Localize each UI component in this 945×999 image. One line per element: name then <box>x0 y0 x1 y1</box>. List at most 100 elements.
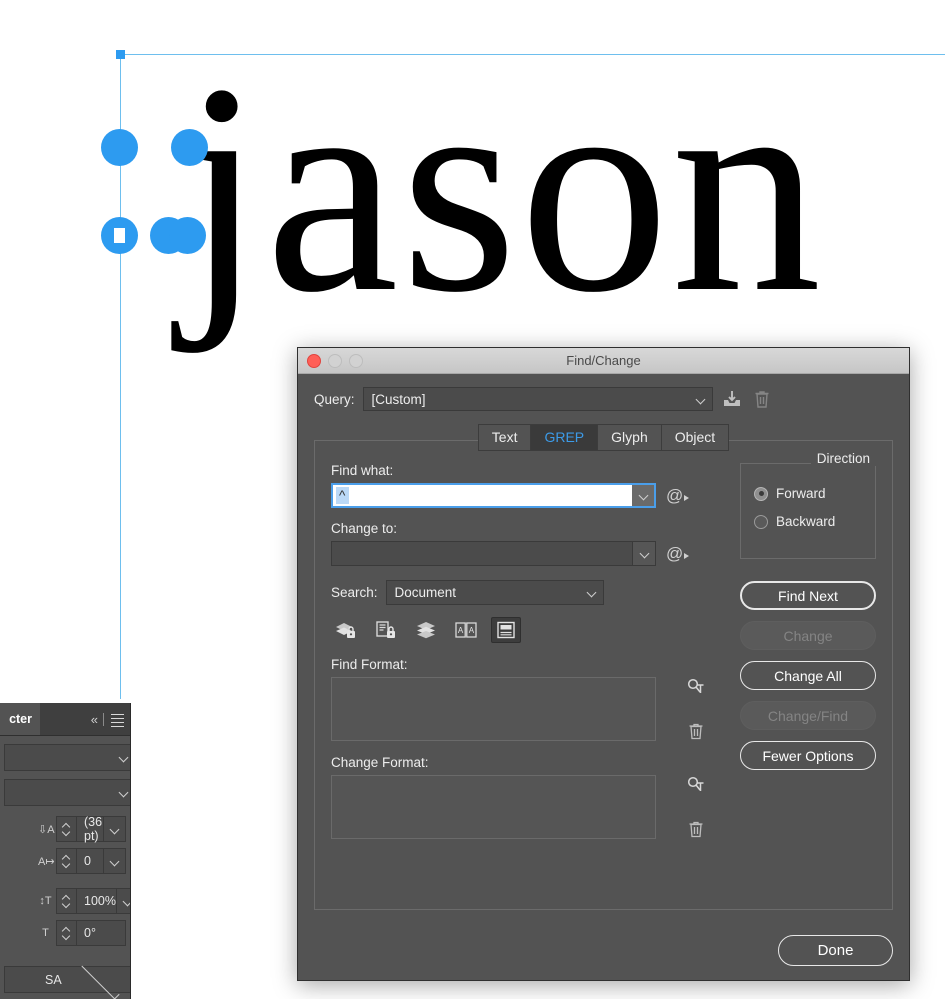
kerning-field[interactable]: 0 <box>56 848 126 874</box>
chevron-down-icon <box>37 961 124 999</box>
specify-attributes-icon[interactable] <box>686 775 706 795</box>
save-query-icon[interactable] <box>721 388 743 410</box>
vertical-scale-stepper[interactable] <box>57 889 77 913</box>
change-format-actions <box>656 775 720 839</box>
vertical-scale-dropdown-icon[interactable] <box>115 889 130 913</box>
selection-point-5[interactable] <box>169 217 206 254</box>
change-to-history-icon[interactable] <box>632 542 655 565</box>
change-to-input[interactable] <box>331 541 656 566</box>
window-controls <box>307 353 363 368</box>
find-change-dialog[interactable]: Find/Change Query: [Custom] Text GREP Gl… <box>297 347 910 981</box>
minimize-button[interactable] <box>328 353 342 368</box>
maximize-button[interactable] <box>349 353 363 368</box>
selection-point-2[interactable] <box>171 129 208 166</box>
leading-stepper[interactable] <box>57 817 77 841</box>
include-hidden-layers-icon[interactable] <box>411 617 441 643</box>
font-family-select[interactable] <box>4 744 130 771</box>
radio-forward[interactable]: Forward <box>740 486 876 501</box>
character-panel-tools: « <box>91 703 124 735</box>
direction-options: Forward Backward <box>740 486 876 529</box>
chevron-down-icon <box>118 750 129 764</box>
radio-forward-control[interactable] <box>754 486 768 501</box>
character-panel[interactable]: cter « ⇩A (36 pt) A↦ 0 ↕T 100% T 0° SA <box>0 703 131 999</box>
leading-value[interactable]: (36 pt) <box>77 815 103 843</box>
vertical-scale-row: ↕T 100% <box>38 888 130 914</box>
find-format-box[interactable] <box>331 677 656 741</box>
find-format-actions <box>656 677 720 741</box>
vertical-scale-field[interactable]: 100% <box>56 888 130 914</box>
grep-options-panel: Find what: ^ @ Change to: @ Search: Docu… <box>314 440 893 910</box>
query-row: Query: [Custom] <box>314 374 893 411</box>
include-footnotes-icon[interactable] <box>491 617 521 643</box>
chevron-down-icon <box>581 581 603 604</box>
clear-change-format-icon[interactable] <box>686 819 706 839</box>
done-button[interactable]: Done <box>778 935 893 966</box>
change-all-button[interactable]: Change All <box>740 661 876 690</box>
direction-title: Direction <box>810 451 876 466</box>
kerning-row: A↦ 0 <box>38 848 126 874</box>
include-locked-layers-icon[interactable] <box>331 617 361 643</box>
tab-grep[interactable]: GREP <box>531 425 599 450</box>
canvas-text[interactable]: jason <box>180 38 823 338</box>
skew-stepper[interactable] <box>57 921 77 945</box>
tool-divider <box>103 712 104 726</box>
radio-backward-control[interactable] <box>754 514 768 529</box>
tab-glyph[interactable]: Glyph <box>598 425 662 450</box>
leading-row: ⇩A (36 pt) <box>38 815 126 843</box>
change-format-box[interactable] <box>331 775 656 839</box>
query-label: Query: <box>314 391 355 407</box>
chevron-down-icon <box>118 785 129 799</box>
search-scope-value: Document <box>394 585 457 600</box>
change-button: Change <box>740 621 876 650</box>
find-what-at-menu-icon[interactable]: @ <box>666 486 690 506</box>
panel-menu-icon[interactable] <box>111 713 124 728</box>
text-frame-handle[interactable] <box>116 50 125 59</box>
kerning-icon: A↦ <box>38 855 55 868</box>
leading-field[interactable]: (36 pt) <box>56 815 126 843</box>
fewer-options-button[interactable]: Fewer Options <box>740 741 876 770</box>
include-master-pages-icon[interactable]: A A <box>451 617 481 643</box>
dialog-titlebar[interactable]: Find/Change <box>298 348 909 374</box>
font-style-select[interactable] <box>4 779 130 806</box>
skew-value[interactable]: 0° <box>77 921 125 945</box>
radio-forward-label: Forward <box>776 486 826 501</box>
radio-backward[interactable]: Backward <box>740 514 876 529</box>
tab-text[interactable]: Text <box>478 425 532 450</box>
svg-text:A: A <box>469 626 475 635</box>
chevron-down-icon <box>690 388 712 410</box>
selection-point-1[interactable] <box>101 129 138 166</box>
close-button[interactable] <box>307 353 321 368</box>
find-what-value[interactable]: ^ <box>336 487 350 504</box>
query-select[interactable]: [Custom] <box>362 387 713 411</box>
character-panel-tabstrip: cter « <box>0 703 130 736</box>
change-to-at-menu-icon[interactable]: @ <box>666 544 690 564</box>
find-what-history-icon[interactable] <box>632 485 654 506</box>
vertical-scale-value[interactable]: 100% <box>77 889 116 913</box>
radio-backward-label: Backward <box>776 514 836 529</box>
leading-icon: ⇩A <box>38 823 55 836</box>
specify-attributes-icon[interactable] <box>686 677 706 697</box>
language-select[interactable]: SA <box>4 961 130 999</box>
tab-object[interactable]: Object <box>661 425 729 450</box>
delete-query-icon[interactable] <box>751 388 773 410</box>
kerning-stepper[interactable] <box>57 849 77 873</box>
tab-character[interactable]: cter <box>0 703 40 735</box>
search-scope-select[interactable]: Document <box>385 580 604 605</box>
skew-field[interactable]: 0° <box>56 920 126 946</box>
change-find-button: Change/Find <box>740 701 876 730</box>
include-locked-stories-icon[interactable] <box>371 617 401 643</box>
skew-icon: T <box>42 927 49 939</box>
clear-find-format-icon[interactable] <box>686 721 706 741</box>
collapse-double-chevron-icon[interactable]: « <box>91 712 98 727</box>
kerning-dropdown-icon[interactable] <box>103 849 125 873</box>
kerning-value[interactable]: 0 <box>77 849 103 873</box>
find-next-button[interactable]: Find Next <box>740 581 876 610</box>
vertical-scale-icon: ↕T <box>39 895 52 907</box>
change-format-row <box>331 775 876 839</box>
leading-dropdown-icon[interactable] <box>103 817 125 841</box>
search-mode-tabs: Text GREP Glyph Object <box>314 424 893 451</box>
search-label: Search: <box>331 585 378 600</box>
svg-text:A: A <box>458 626 464 635</box>
action-buttons: Find Next Change Change All Change/Find … <box>740 581 876 781</box>
find-what-input[interactable]: ^ <box>331 483 656 508</box>
